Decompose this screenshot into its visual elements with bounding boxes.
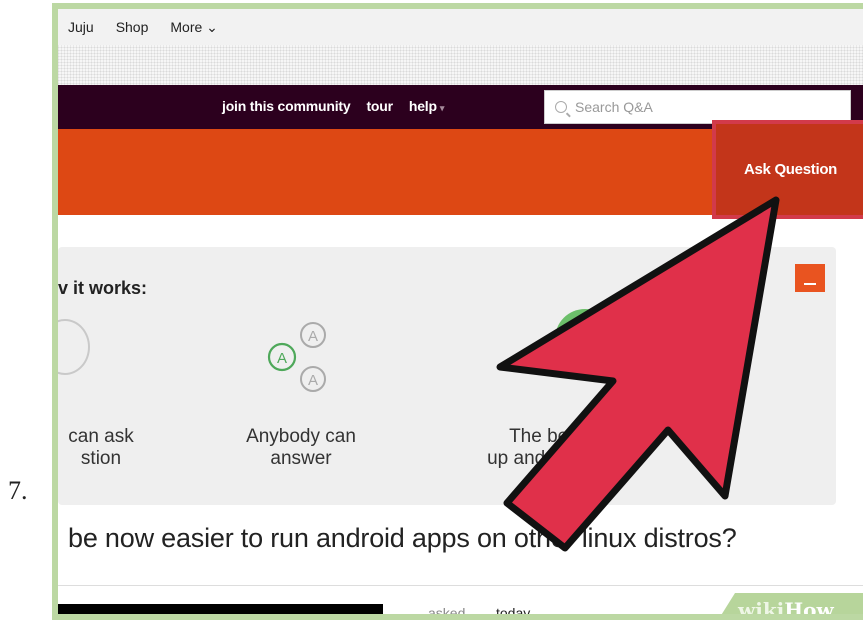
upvote-icon [555,309,615,369]
close-icon[interactable] [795,264,825,292]
svg-text:A: A [277,350,287,367]
help-label: help [408,98,437,114]
svg-text:A: A [308,372,318,389]
wikihow-prefix: wiki [738,598,785,620]
wikihow-suffix: How [784,598,834,620]
nav-shop-link[interactable]: Shop [116,19,149,35]
header-links: join this community tour help ▾ [222,98,444,114]
asked-date: today [496,605,531,620]
wikihow-logo: wikiHow [738,598,834,620]
feature-ask-line1: can ask [68,426,134,447]
feature-best-line2: up and ri to [434,448,694,470]
feature-text-answer: Anybody can answer [226,426,376,470]
asked-label: asked [428,605,466,620]
top-nav: Juju Shop More ⌄ [58,9,863,45]
pattern-strip [58,45,863,85]
screenshot-frame: Juju Shop More ⌄ join this community tou… [52,3,863,620]
feature-text-ask: can ask stion [58,426,176,470]
ask-question-button[interactable]: Ask Question [712,120,863,219]
search-placeholder: Search Q&A [575,99,653,115]
search-icon [555,101,567,113]
redacted-bar [58,604,383,614]
search-input[interactable]: Search Q&A [544,90,851,124]
chevron-down-icon: ▾ [439,103,445,113]
answer-bubbles-icon: A A A [267,322,326,392]
svg-text:A: A [308,328,318,345]
help-menu[interactable]: help ▾ [408,98,445,114]
nav-more-menu[interactable]: More ⌄ [170,19,218,36]
feature-best-line1: The best ans [509,426,619,447]
nav-juju-link[interactable]: Juju [68,19,94,35]
join-community-link[interactable]: join this community [222,98,351,114]
question-title[interactable]: be now easier to run android apps on oth… [68,523,737,554]
feature-answer-line2: answer [270,448,332,469]
tour-link[interactable]: tour [366,98,393,114]
how-it-works-title: v it works: [58,278,148,298]
step-number: 7. [8,476,28,505]
ask-question-label: Ask Question [743,161,838,178]
feature-text-best: The best ans up and ri to [434,426,694,470]
feature-answer-line1: Anybody can [246,426,356,447]
feature-best-line2-text: up and ri [487,448,562,469]
feature-best-fragment: to [625,448,641,469]
divider [58,585,863,586]
feature-ask-line2: stion [80,448,122,469]
